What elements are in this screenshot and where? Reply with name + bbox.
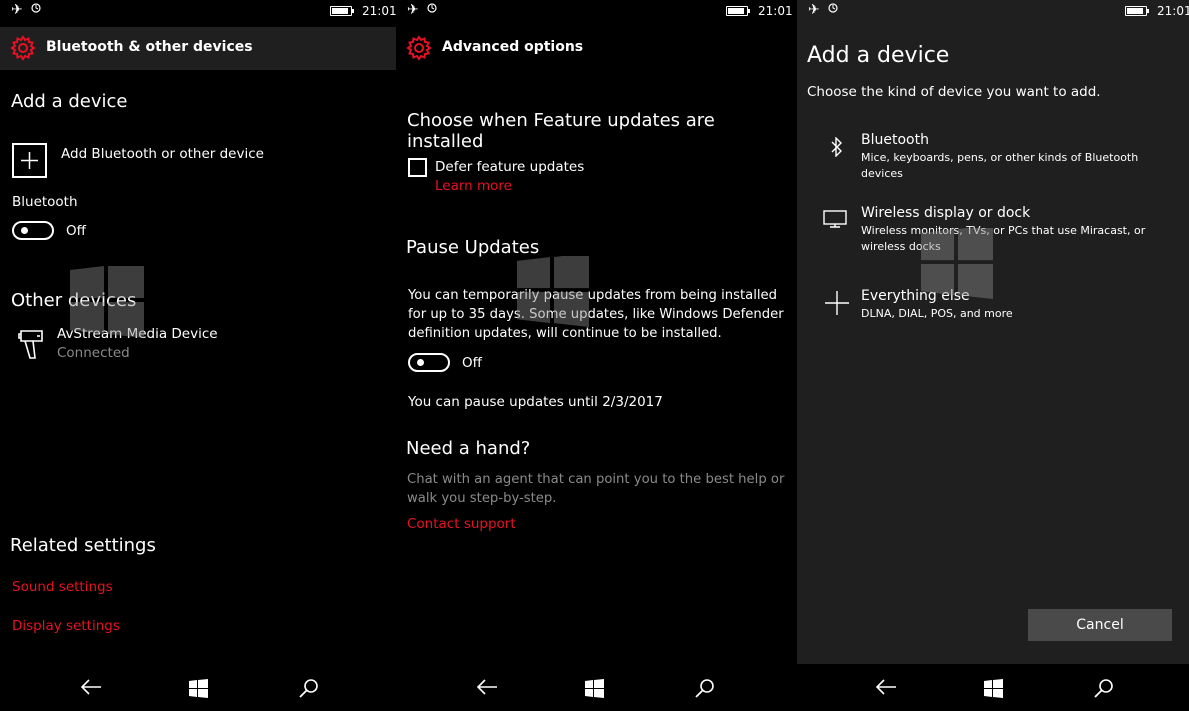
- media-device-icon: [18, 330, 43, 359]
- pause-updates-toggle[interactable]: [408, 353, 450, 372]
- quiet-hours-icon: [31, 3, 41, 13]
- search-icon[interactable]: [299, 678, 319, 698]
- pause-updates-description: You can temporarily pause updates from b…: [408, 286, 788, 343]
- display-settings-link[interactable]: Display settings: [12, 618, 120, 634]
- search-icon[interactable]: [1094, 678, 1114, 698]
- battery-icon: [726, 6, 750, 16]
- watermark-logo: [921, 228, 993, 300]
- status-bar: ✈ 21:01: [396, 0, 796, 26]
- search-icon[interactable]: [695, 678, 715, 698]
- option-description-line: Wireless monitors, TVs, or PCs that use …: [861, 224, 1146, 237]
- airplane-mode-icon: ✈: [808, 2, 820, 18]
- help-description: Chat with an agent that can point you to…: [407, 470, 792, 508]
- related-settings-heading: Related settings: [10, 535, 156, 556]
- title-bar: Advanced options: [396, 27, 796, 70]
- option-description-line: wireless docks: [861, 240, 941, 253]
- airplane-mode-icon: ✈: [11, 2, 23, 18]
- pause-toggle-state: Off: [462, 355, 482, 371]
- option-description-line: Mice, keyboards, pens, or other kinds of…: [861, 151, 1139, 180]
- windows-start-icon[interactable]: [189, 679, 208, 698]
- watermark-logo: [517, 256, 589, 328]
- help-description-line: Chat with an agent that can point you to…: [407, 472, 785, 487]
- option-title[interactable]: Wireless display or dock: [861, 205, 1030, 221]
- status-bar: ✈ 21:01: [0, 0, 396, 26]
- windows-start-icon[interactable]: [984, 679, 1003, 698]
- bluetooth-toggle[interactable]: [12, 221, 54, 240]
- nav-bar: [0, 664, 396, 711]
- cancel-button[interactable]: Cancel: [1028, 609, 1172, 641]
- back-arrow-icon[interactable]: [80, 678, 102, 696]
- page-title: Advanced options: [442, 39, 584, 55]
- option-title[interactable]: Bluetooth: [861, 132, 929, 148]
- watermark-logo: [70, 266, 144, 338]
- monitor-icon: [823, 210, 847, 228]
- defer-feature-updates-checkbox[interactable]: [408, 158, 427, 177]
- gear-icon: [10, 35, 36, 61]
- nav-bar: [797, 664, 1189, 711]
- contact-support-link[interactable]: Contact support: [407, 516, 516, 532]
- option-description: DLNA, DIAL, POS, and more: [861, 306, 1171, 322]
- bluetooth-settings-screen: ✈ 21:01 Bluetooth & other devices Add a …: [0, 0, 396, 711]
- pause-updates-heading: Pause Updates: [406, 237, 540, 258]
- learn-more-link[interactable]: Learn more: [435, 178, 512, 194]
- add-device-heading: Add a device: [11, 91, 128, 112]
- plus-icon[interactable]: [12, 143, 47, 178]
- pause-until-text: You can pause updates until 2/3/2017: [408, 394, 663, 410]
- nav-bar: [396, 664, 796, 711]
- dialog-title: Add a device: [807, 43, 950, 68]
- feature-updates-heading: Choose when Feature updates are installe…: [407, 110, 715, 152]
- quiet-hours-icon: [427, 3, 437, 13]
- page-title: Bluetooth & other devices: [46, 39, 253, 55]
- bluetooth-icon: [831, 137, 842, 157]
- status-bar: ✈ 21:01: [797, 0, 1189, 26]
- battery-icon: [330, 6, 354, 16]
- clock: 21:01: [758, 4, 793, 18]
- add-bluetooth-device-label[interactable]: Add Bluetooth or other device: [61, 145, 264, 164]
- bluetooth-label: Bluetooth: [12, 194, 78, 210]
- dialog-subtitle: Choose the kind of device you want to ad…: [807, 84, 1101, 100]
- battery-icon: [1125, 6, 1149, 16]
- help-heading: Need a hand?: [406, 438, 531, 459]
- quiet-hours-icon: [828, 3, 838, 13]
- defer-feature-updates-label[interactable]: Defer feature updates: [435, 158, 584, 177]
- bluetooth-toggle-state: Off: [66, 223, 86, 239]
- plus-icon: [825, 291, 849, 315]
- back-arrow-icon[interactable]: [875, 678, 897, 696]
- option-description: Wireless monitors, TVs, or PCs that use …: [861, 223, 1171, 255]
- back-arrow-icon[interactable]: [476, 678, 498, 696]
- pause-description-line: definition updates, will continue to be …: [408, 326, 722, 341]
- clock: 21:01: [362, 4, 396, 18]
- title-bar: Bluetooth & other devices: [0, 27, 396, 70]
- help-description-line: walk you step-by-step.: [407, 491, 557, 506]
- device-status: Connected: [57, 345, 130, 361]
- option-description: Mice, keyboards, pens, or other kinds of…: [861, 150, 1171, 182]
- add-device-dialog: ✈ 21:01 Add a device Choose the kind of …: [797, 0, 1189, 711]
- gear-icon: [406, 35, 432, 61]
- pause-description-line: for up to 35 days. Some updates, like Wi…: [408, 307, 784, 322]
- airplane-mode-icon: ✈: [407, 2, 419, 18]
- sound-settings-link[interactable]: Sound settings: [12, 579, 113, 595]
- advanced-options-screen: ✈ 21:01 Advanced options Choose when Fea…: [396, 0, 796, 711]
- pause-description-line: You can temporarily pause updates from b…: [408, 288, 778, 303]
- option-description-line: DLNA, DIAL, POS, and more: [861, 307, 1013, 320]
- windows-start-icon[interactable]: [585, 679, 604, 698]
- clock: 21:01: [1157, 4, 1189, 18]
